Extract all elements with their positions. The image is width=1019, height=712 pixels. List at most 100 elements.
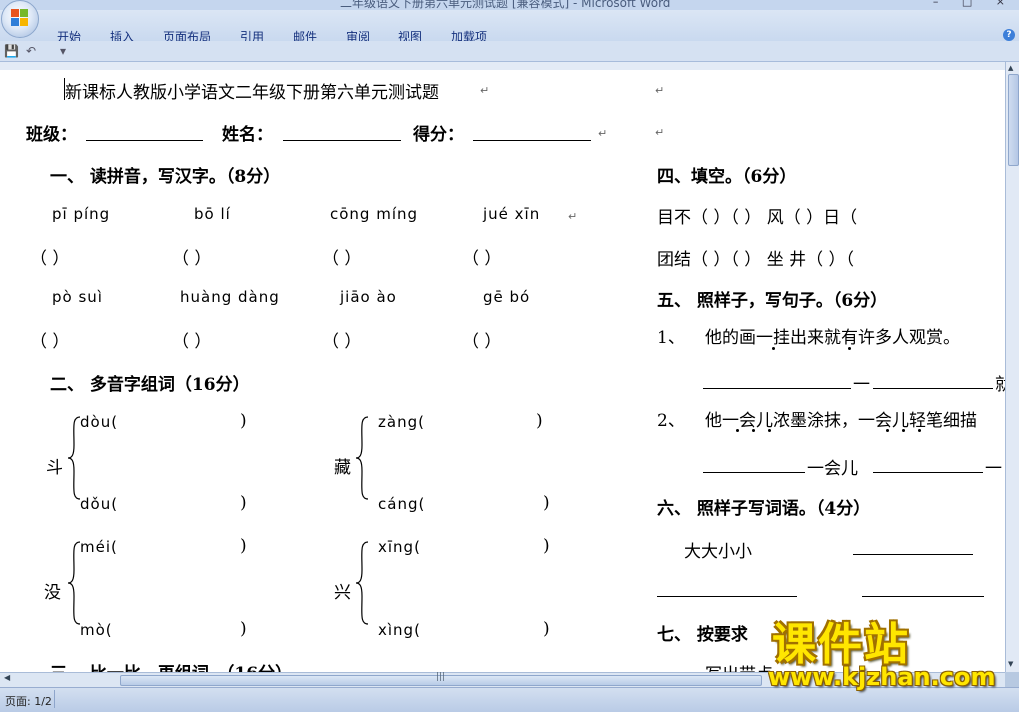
para-mark: ↵ [655, 126, 665, 139]
pinyin-item: jué xīn [483, 205, 541, 223]
close-paren: ) [240, 411, 247, 431]
answer-blank[interactable] [873, 388, 993, 389]
section6-heading: 六、 照样子写词语。（4分） [657, 499, 871, 519]
pinyin-item: jiāo ào [340, 288, 397, 306]
para-mark: ↵ [480, 84, 490, 97]
doc-title: 新课标人教版小学语文二年级下册第六单元测试题 [65, 83, 439, 103]
section1-heading: 一、 读拼音，写汉字。（8分） [50, 167, 281, 187]
pinyin-item: dǒu( [80, 495, 119, 513]
para-mark: ↵ [655, 84, 665, 97]
window-controls[interactable]: – □ × [933, 0, 1015, 8]
close-paren: ) [240, 536, 247, 556]
section5-heading: 五、 照样子，写句子。（6分） [657, 291, 888, 311]
fill-connector: 一 [853, 375, 870, 395]
pinyin-item: cōng míng [330, 205, 419, 223]
answer-paren[interactable]: （ ） [462, 244, 501, 269]
scroll-left-icon[interactable]: ◀ [4, 673, 10, 682]
emphasis-dot [772, 347, 775, 350]
question-number: 2、 [657, 411, 685, 431]
name-label: 姓名： [222, 125, 273, 145]
pinyin-item: pī píng [52, 205, 111, 223]
emphasis-dot [848, 347, 851, 350]
answer-blank[interactable] [657, 596, 797, 597]
fill-line: 目不（ ）（ ） 风（ ）日（ [657, 208, 858, 228]
pinyin-item: xīng( [378, 538, 421, 556]
section4-heading: 四、填空。（6分） [657, 167, 797, 187]
ruler [0, 62, 1005, 70]
pinyin-item: zàng( [378, 413, 425, 431]
section2-heading: 二、 多音字组词（16分） [50, 375, 250, 395]
answer-paren[interactable]: （ ） [172, 327, 211, 352]
horizontal-scroll-thumb[interactable]: ||| [120, 672, 762, 686]
quick-access-toolbar: 💾 ↶ ▾ [0, 41, 1019, 62]
para-mark: ↵ [568, 210, 578, 223]
answer-paren[interactable]: （ ） [30, 327, 69, 352]
close-paren: ) [543, 536, 550, 556]
question-number: 1、 [657, 328, 685, 348]
emphasis-dot [752, 429, 755, 432]
polyphone-char: 斗 [46, 458, 63, 478]
close-paren: ) [240, 493, 247, 513]
brace-icon [355, 416, 369, 500]
grip-icon: ||| [436, 672, 446, 682]
answer-blank[interactable] [873, 472, 983, 473]
close-paren: ) [543, 619, 550, 639]
answer-paren[interactable]: （ ） [322, 327, 361, 352]
fill-connector: 一 [985, 459, 1002, 479]
answer-blank[interactable] [703, 388, 851, 389]
section7-subtext: 写出带点 [705, 660, 773, 672]
close-paren: ) [543, 493, 550, 513]
answer-paren[interactable]: （ ） [30, 244, 69, 269]
emphasis-dot [768, 429, 771, 432]
emphasis-dot [918, 429, 921, 432]
close-paren: ) [240, 619, 247, 639]
scroll-up-icon[interactable]: ▲ [1008, 64, 1013, 72]
answer-paren[interactable]: （ ） [462, 327, 501, 352]
fill-line: 团结（ ）（ ） 坐 井（ ）（ [657, 250, 855, 270]
answer-paren[interactable]: （ ） [322, 244, 361, 269]
page-indicator[interactable]: 页面: 1/2 [5, 693, 52, 709]
status-divider [54, 690, 55, 708]
emphasis-dot [886, 429, 889, 432]
polyphone-char: 藏 [334, 458, 351, 478]
score-blank[interactable] [473, 140, 591, 141]
answer-blank[interactable] [703, 472, 805, 473]
example-word: 大大小小 [684, 542, 752, 562]
pinyin-item: huàng dàng [180, 288, 280, 306]
customize-toolbar-icon[interactable]: ▾ [60, 44, 66, 58]
answer-blank[interactable] [862, 596, 984, 597]
answer-paren[interactable]: （ ） [172, 244, 211, 269]
example-sentence: 他的画一挂出来就有许多人观赏。 [705, 328, 960, 348]
scroll-down-icon[interactable]: ▼ [1008, 660, 1013, 668]
pinyin-item: méi( [80, 538, 118, 556]
vertical-scrollbar[interactable]: ▲ ▼ [1005, 62, 1019, 672]
answer-blank[interactable] [853, 554, 973, 555]
section7-heading: 七、 按要求 [657, 625, 748, 645]
close-paren: ) [536, 411, 543, 431]
class-label: 班级： [26, 125, 77, 145]
class-blank[interactable] [86, 140, 203, 141]
title-bar: 二年级语文下册第六单元测试题 [兼容模式] - Microsoft Word –… [0, 0, 1019, 10]
para-mark: ↵ [598, 127, 608, 140]
pinyin-item: bō lí [194, 205, 231, 223]
document-page[interactable]: 新课标人教版小学语文二年级下册第六单元测试题 ↵ ↵ 班级： 姓名： 得分： ↵… [0, 70, 1005, 672]
pinyin-item: mò( [80, 621, 113, 639]
polyphone-char: 兴 [334, 583, 351, 603]
vertical-scroll-thumb[interactable] [1008, 74, 1019, 166]
pinyin-item: dòu( [80, 413, 119, 431]
office-logo-icon [11, 9, 29, 27]
fill-connector: 就 [995, 375, 1005, 395]
save-icon[interactable]: 💾 [4, 44, 19, 58]
undo-icon[interactable]: ↶ [26, 44, 36, 58]
office-button[interactable] [1, 0, 39, 38]
score-label: 得分： [413, 125, 464, 145]
help-icon[interactable]: ? [1003, 29, 1015, 41]
emphasis-dot [736, 429, 739, 432]
section3-heading: 三、 比一比，再组词。（16分） [50, 659, 292, 672]
name-blank[interactable] [283, 140, 401, 141]
pinyin-item: cáng( [378, 495, 426, 513]
pinyin-item: gē bó [483, 288, 531, 306]
brace-icon [355, 541, 369, 625]
ribbon-tabs: 开始 插入 页面布局 引用 邮件 审阅 视图 加载项 ? [0, 10, 1019, 44]
pinyin-item: xìng( [378, 621, 421, 639]
